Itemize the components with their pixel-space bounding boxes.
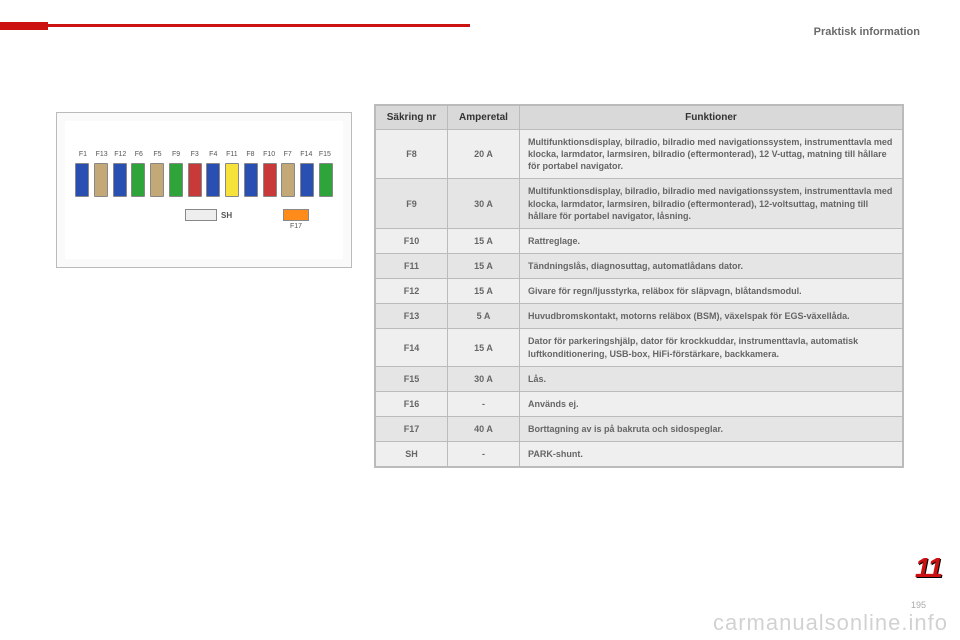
- fuse-block: [75, 163, 89, 197]
- f17-fuse-label: F17: [283, 223, 309, 230]
- table-row: F135 AHuvudbromskontakt, motorns reläbox…: [376, 304, 903, 329]
- cell-fuse: F12: [376, 279, 448, 304]
- fuse-block: [169, 163, 183, 197]
- sh-fuse-box: [185, 209, 217, 221]
- cell-func: Huvudbromskontakt, motorns reläbox (BSM)…: [520, 304, 903, 329]
- cell-fuse: F8: [376, 130, 448, 179]
- cell-fuse: F17: [376, 416, 448, 441]
- fuse-label: F13: [94, 151, 110, 158]
- accent-block: [0, 22, 48, 30]
- fuse-diagram-inner: F1F13F12F6F5F9F3F4F11F8F10F7F14F15 SH F1…: [65, 121, 343, 259]
- fuse-label: F4: [205, 151, 221, 158]
- fuse-block: [188, 163, 202, 197]
- cell-fuse: SH: [376, 442, 448, 467]
- fuse-label: F8: [242, 151, 258, 158]
- cell-func: Används ej.: [520, 391, 903, 416]
- cell-amps: 20 A: [448, 130, 520, 179]
- fuse-block: [319, 163, 333, 197]
- sh-fuse-label: SH: [221, 211, 232, 220]
- cell-fuse: F16: [376, 391, 448, 416]
- fuse-label: F15: [317, 151, 333, 158]
- fuse-label: F10: [261, 151, 277, 158]
- cell-fuse: F11: [376, 253, 448, 278]
- cell-func: Multifunktionsdisplay, bilradio, bilradi…: [520, 179, 903, 228]
- fuse-table: Säkring nr Amperetal Funktioner F820 AMu…: [374, 104, 904, 468]
- table-row: F930 AMultifunktionsdisplay, bilradio, b…: [376, 179, 903, 228]
- cell-fuse: F14: [376, 329, 448, 366]
- fuse-diagram: F1F13F12F6F5F9F3F4F11F8F10F7F14F15 SH F1…: [56, 112, 352, 268]
- fuse-block: [206, 163, 220, 197]
- table-row: SH-PARK-shunt.: [376, 442, 903, 467]
- cell-amps: 5 A: [448, 304, 520, 329]
- fuse-label: F9: [168, 151, 184, 158]
- cell-fuse: F10: [376, 228, 448, 253]
- cell-func: PARK-shunt.: [520, 442, 903, 467]
- table-row: F820 AMultifunktionsdisplay, bilradio, b…: [376, 130, 903, 179]
- cell-amps: -: [448, 442, 520, 467]
- watermark: carmanualsonline.info: [713, 610, 948, 636]
- fuse-block: [113, 163, 127, 197]
- table-row: F1015 ARattreglage.: [376, 228, 903, 253]
- table-row: F1530 ALås.: [376, 366, 903, 391]
- cell-amps: 15 A: [448, 228, 520, 253]
- sh-fuse: SH: [185, 209, 232, 221]
- section-title: Praktisk information: [814, 26, 920, 38]
- fuse-block: [263, 163, 277, 197]
- cell-fuse: F13: [376, 304, 448, 329]
- f17-fuse-box: [283, 209, 309, 221]
- f17-fuse: F17: [283, 209, 309, 230]
- cell-func: Rattreglage.: [520, 228, 903, 253]
- col-functions: Funktioner: [520, 106, 903, 130]
- cell-amps: 30 A: [448, 366, 520, 391]
- cell-func: Borttagning av is på bakruta och sidospe…: [520, 416, 903, 441]
- cell-fuse: F15: [376, 366, 448, 391]
- fuse-block-row: [75, 163, 333, 197]
- table-row: F1740 ABorttagning av is på bakruta och …: [376, 416, 903, 441]
- cell-func: Dator för parkeringshjälp, dator för kro…: [520, 329, 903, 366]
- cell-amps: -: [448, 391, 520, 416]
- chapter-number: 11: [915, 552, 942, 584]
- top-accent-bar: [0, 22, 470, 30]
- cell-func: Givare för regn/ljusstyrka, reläbox för …: [520, 279, 903, 304]
- page-number: 195: [911, 600, 926, 610]
- accent-line: [48, 24, 470, 27]
- cell-func: Multifunktionsdisplay, bilradio, bilradi…: [520, 130, 903, 179]
- cell-func: Tändningslås, diagnosuttag, automatlådan…: [520, 253, 903, 278]
- fuse-block: [244, 163, 258, 197]
- cell-amps: 40 A: [448, 416, 520, 441]
- fuse-label: F1: [75, 151, 91, 158]
- fuse-block: [131, 163, 145, 197]
- fuse-label: F5: [149, 151, 165, 158]
- col-fuse: Säkring nr: [376, 106, 448, 130]
- fuse-block: [225, 163, 239, 197]
- fuse-label: F6: [131, 151, 147, 158]
- cell-fuse: F9: [376, 179, 448, 228]
- fuse-label: F14: [298, 151, 314, 158]
- fuse-block: [150, 163, 164, 197]
- fuse-block: [94, 163, 108, 197]
- cell-amps: 15 A: [448, 279, 520, 304]
- fuse-block: [281, 163, 295, 197]
- table-row: F1415 ADator för parkeringshjälp, dator …: [376, 329, 903, 366]
- fuse-label: F12: [112, 151, 128, 158]
- cell-amps: 15 A: [448, 329, 520, 366]
- cell-amps: 15 A: [448, 253, 520, 278]
- cell-amps: 30 A: [448, 179, 520, 228]
- fuse-label: F7: [280, 151, 296, 158]
- table-row: F1115 ATändningslås, diagnosuttag, autom…: [376, 253, 903, 278]
- table-row: F16-Används ej.: [376, 391, 903, 416]
- fuse-label: F11: [224, 151, 240, 158]
- col-amps: Amperetal: [448, 106, 520, 130]
- fuse-label: F3: [187, 151, 203, 158]
- fuse-label-row: F1F13F12F6F5F9F3F4F11F8F10F7F14F15: [75, 151, 333, 158]
- fuse-block: [300, 163, 314, 197]
- table-row: F1215 AGivare för regn/ljusstyrka, reläb…: [376, 279, 903, 304]
- cell-func: Lås.: [520, 366, 903, 391]
